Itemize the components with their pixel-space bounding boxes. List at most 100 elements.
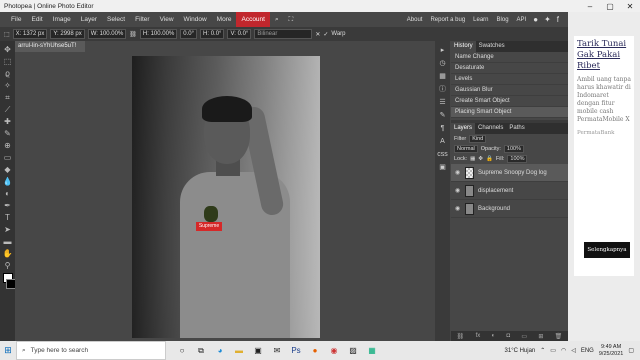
link-learn[interactable]: Learn (469, 17, 492, 23)
effects-icon[interactable]: fx (476, 333, 481, 339)
hand-tool-icon[interactable]: ✋ (2, 248, 13, 259)
tab-paths[interactable]: Paths (506, 123, 527, 134)
x-field[interactable]: X: 1372 px (12, 29, 48, 39)
collapse-icon[interactable]: ▸ (441, 44, 445, 57)
link-blog[interactable]: Blog (493, 17, 513, 23)
menu-layer[interactable]: Layer (76, 12, 102, 27)
history-item[interactable]: Desaturate (451, 63, 568, 74)
document-image[interactable]: Supreme (132, 56, 320, 338)
tray-chevron-icon[interactable]: ⌃ (540, 347, 545, 354)
fill-tool-icon[interactable]: ◆ (2, 164, 13, 175)
crop-tool-icon[interactable]: ⌗ (2, 92, 13, 103)
tab-channels[interactable]: Channels (475, 123, 506, 134)
background-color-swatch[interactable] (5, 279, 16, 289)
eyedropper-tool-icon[interactable]: ⟋ (2, 104, 13, 115)
info-icon[interactable]: ⓘ (439, 83, 446, 96)
store-app-icon[interactable]: ▦ (366, 346, 378, 355)
adjustment-icon[interactable]: ◐ (492, 333, 496, 339)
angle-field[interactable]: 0.0° (180, 29, 198, 39)
weather-widget[interactable]: 31°C Hujan (505, 348, 536, 354)
menu-more[interactable]: More (212, 12, 237, 27)
layer-row[interactable]: ◉ displacement (451, 182, 568, 200)
healing-tool-icon[interactable]: ✚ (2, 116, 13, 127)
minimize-button[interactable]: – (580, 2, 600, 11)
path-select-tool-icon[interactable]: ➤ (2, 224, 13, 235)
mail-icon[interactable]: ✉ (271, 346, 283, 355)
fill-field[interactable]: 100% (507, 155, 528, 163)
history-item[interactable]: Levels (451, 74, 568, 85)
layer-row[interactable]: ◉ Background (451, 200, 568, 218)
paragraph-icon[interactable]: ¶ (441, 122, 445, 135)
warp-button[interactable]: Warp (331, 31, 345, 37)
cancel-icon[interactable]: ✕ (315, 31, 320, 38)
facebook-icon[interactable]: f (554, 15, 562, 24)
photos-icon[interactable]: ▨ (347, 346, 359, 355)
clone-tool-icon[interactable]: ⊕ (2, 140, 13, 151)
firefox-icon[interactable]: ● (309, 346, 321, 355)
ad-cta-button[interactable]: Selengkapnya (584, 242, 630, 258)
transform-icon[interactable]: ⬚ (4, 31, 10, 38)
task-view-icon[interactable]: ⧉ (195, 346, 207, 356)
history-icon[interactable]: ◷ (439, 57, 445, 70)
notifications-icon[interactable]: ▢ (628, 347, 634, 354)
document-tab[interactable]: arrul-lin-sYhUhse5uT! (15, 41, 85, 52)
text-tool-icon[interactable]: T (2, 212, 13, 223)
eraser-tool-icon[interactable]: ▭ (2, 152, 13, 163)
visibility-eye-icon[interactable]: ◉ (455, 187, 461, 194)
menu-select[interactable]: Select (102, 12, 130, 27)
commit-icon[interactable]: ✓ (323, 31, 328, 38)
zoom-tool-icon[interactable]: ⚲ (2, 260, 13, 271)
tab-layers[interactable]: Layers (451, 123, 476, 134)
h-field[interactable]: H: 100.00% (139, 29, 178, 39)
delete-layer-icon[interactable]: 🗑 (555, 333, 563, 340)
lock-pixels-icon[interactable]: ▦ (470, 156, 475, 162)
maximize-button[interactable]: ▢ (600, 2, 620, 11)
menu-view[interactable]: View (155, 12, 179, 27)
link-layers-icon[interactable]: ⛓ (457, 333, 465, 340)
css-icon[interactable]: css (437, 148, 448, 161)
reddit-icon[interactable]: ● (530, 15, 541, 24)
link-icon[interactable]: ⛓ (129, 31, 137, 38)
twitter-icon[interactable]: ✦ (541, 15, 554, 24)
lock-all-icon[interactable]: 🔒 (486, 156, 493, 162)
menu-filter[interactable]: Filter (130, 12, 154, 27)
lock-position-icon[interactable]: ✥ (478, 156, 483, 162)
link-about[interactable]: About (403, 17, 427, 23)
dodge-tool-icon[interactable]: ◐ (2, 188, 13, 199)
tab-history[interactable]: History (451, 41, 476, 52)
history-item[interactable]: Gaussian Blur (451, 85, 568, 96)
history-item[interactable]: Create Smart Object (451, 96, 568, 107)
search-icon[interactable]: ⌕ (270, 12, 284, 27)
move-tool-icon[interactable]: ✥ (2, 44, 13, 55)
lasso-tool-icon[interactable]: ϱ (2, 68, 13, 79)
taskbar-search[interactable]: ⌕ Type here to search (16, 341, 166, 360)
menu-edit[interactable]: Edit (26, 12, 47, 27)
file-explorer-icon[interactable]: ▬ (233, 346, 245, 355)
tab-swatches[interactable]: Swatches (476, 41, 508, 52)
clock[interactable]: 9:49 AM 9/25/2021 (599, 344, 623, 358)
mask-icon[interactable]: ◘ (506, 333, 510, 339)
folder-icon[interactable]: ▭ (521, 333, 527, 340)
blur-tool-icon[interactable]: 💧 (2, 176, 13, 187)
history-item[interactable]: Name Change (451, 52, 568, 63)
image-panel-icon[interactable]: ▣ (439, 161, 446, 174)
fullscreen-icon[interactable]: ⛶ (284, 12, 299, 27)
ad-title[interactable]: Tarik Tunai Gak Pakai Ribet (577, 39, 631, 72)
chrome-icon[interactable]: ◉ (328, 346, 340, 355)
visibility-eye-icon[interactable]: ◉ (455, 169, 461, 176)
character-icon[interactable]: A (440, 135, 445, 148)
link-report-bug[interactable]: Report a bug (426, 17, 469, 23)
opacity-field[interactable]: 100% (503, 145, 524, 153)
interpolation-select[interactable]: Bilinear (254, 29, 313, 39)
language-indicator[interactable]: ENG (581, 348, 594, 354)
y-field[interactable]: Y: 2998 px (50, 29, 85, 39)
account-button[interactable]: Account (236, 12, 270, 27)
hskew-field[interactable]: H: 0.0° (200, 29, 225, 39)
battery-icon[interactable]: ▭ (550, 347, 556, 354)
menu-window[interactable]: Window (179, 12, 212, 27)
blend-mode-select[interactable]: Normal (454, 145, 478, 153)
menu-file[interactable]: File (6, 12, 26, 27)
ad-card[interactable]: Tarik Tunai Gak Pakai Ribet Ambil uang t… (574, 36, 634, 276)
wifi-icon[interactable]: ◠ (561, 347, 566, 354)
marquee-tool-icon[interactable]: ⬚ (2, 56, 13, 67)
